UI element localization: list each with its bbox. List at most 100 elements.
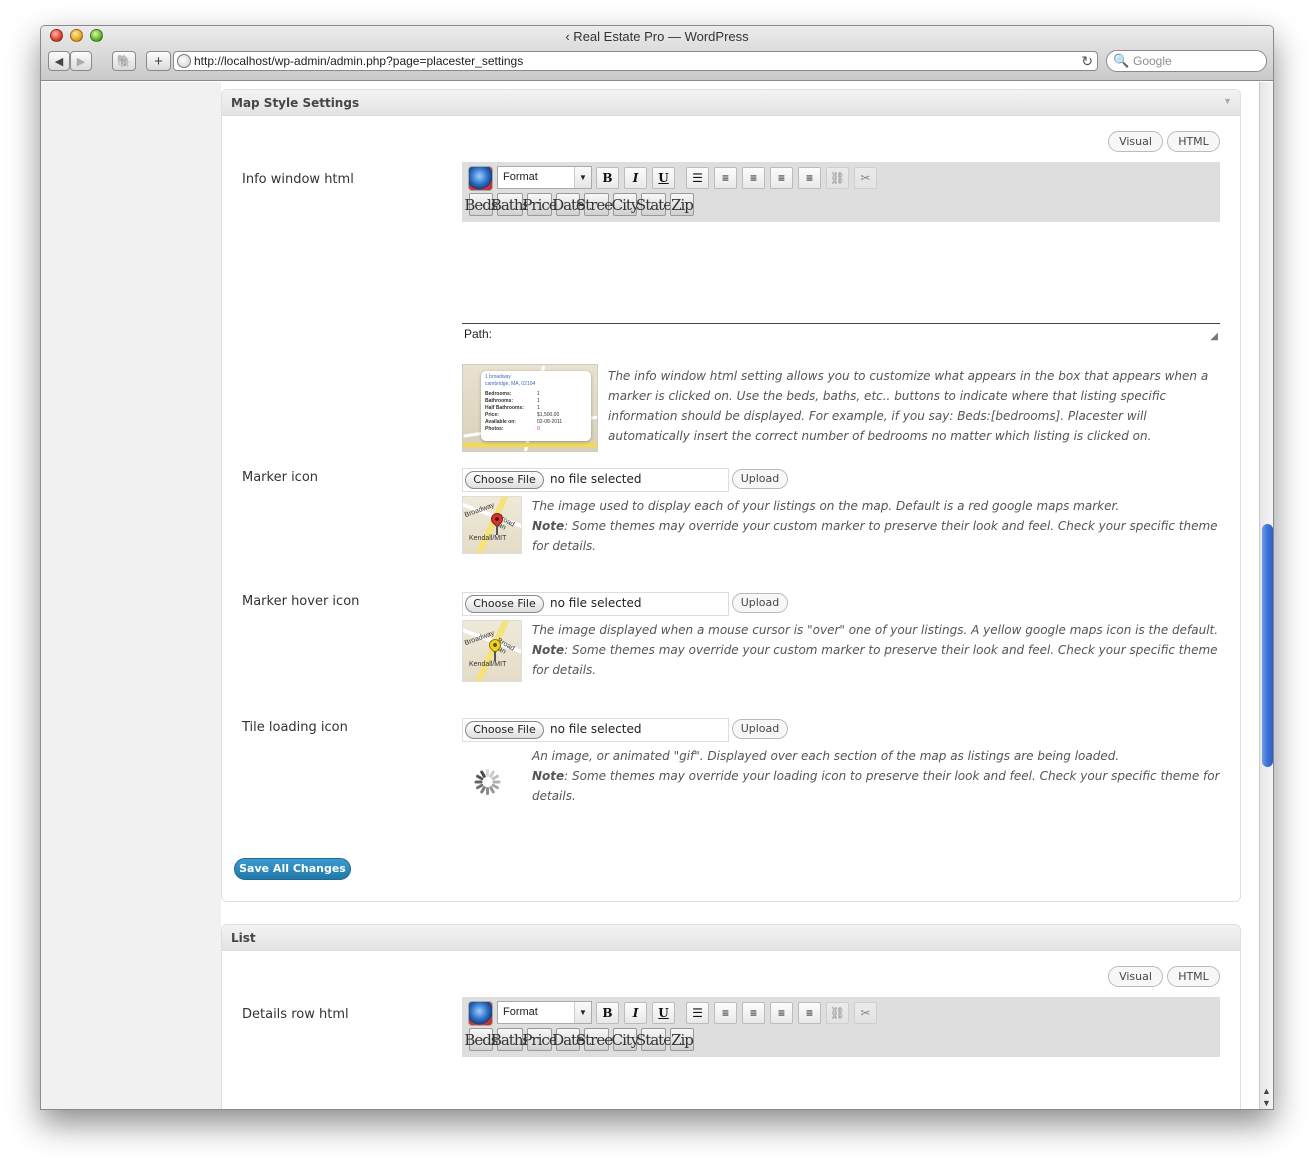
format-select[interactable]: Format ▼	[497, 166, 592, 189]
marker-upload-button[interactable]: Upload	[732, 469, 788, 489]
choose-file-button[interactable]: Choose File	[465, 721, 544, 739]
scroll-down-arrow-icon[interactable]: ▼	[1262, 1098, 1271, 1108]
marker-icon-label: Marker icon	[242, 470, 319, 485]
marker-icon-desc-line: The image used to display each of your l…	[532, 499, 1120, 513]
italic-button[interactable]: I	[624, 1002, 647, 1024]
search-input[interactable]: 🔍 Google	[1106, 50, 1267, 72]
bold-button[interactable]: B	[596, 1002, 619, 1024]
placester-logo-icon[interactable]	[468, 166, 493, 191]
resize-grip-icon[interactable]: ◢	[1210, 331, 1218, 342]
reload-icon[interactable]: ↻	[1081, 52, 1093, 70]
marker-icon-note: Note: Some themes may override your cust…	[532, 516, 1222, 556]
align-center-button[interactable]: ≡	[770, 1002, 793, 1024]
save-all-changes-button[interactable]: Save All Changes	[234, 858, 351, 880]
bubble-row-value: 1	[537, 391, 540, 397]
tile-loading-file-input[interactable]: Choose File no file selected	[462, 718, 729, 742]
align-left-button[interactable]: ≡	[742, 167, 765, 189]
collapse-arrow-icon[interactable]: ▼	[1223, 96, 1232, 106]
align-center-icon: ≡	[777, 171, 785, 185]
bubble-row: Bedrooms: 1	[485, 391, 587, 398]
note-label: Note	[532, 643, 565, 657]
html-tab-button[interactable]: HTML	[1167, 131, 1220, 152]
placeholder-street-button[interactable]: Street	[576, 1028, 618, 1051]
placeholder-price-button[interactable]: Price	[522, 193, 558, 216]
forward-button[interactable]: ▶	[70, 51, 92, 71]
placeholder-zip-button[interactable]: Zip	[670, 193, 694, 216]
align-center-button[interactable]: ≡	[770, 167, 793, 189]
globe-icon	[177, 54, 191, 68]
spinner-spoke	[486, 787, 489, 795]
note-text: : Some themes may override your custom m…	[532, 519, 1218, 553]
browser-window: ‹ Real Estate Pro — WordPress ◀ ▶ 🐘 + ht…	[40, 25, 1274, 1110]
html-tab-button[interactable]: HTML	[1167, 966, 1220, 987]
bubble-row-key: Bathrooms:	[485, 398, 514, 404]
scroll-up-arrow-icon[interactable]: ▲	[1262, 1086, 1271, 1096]
visual-tab-button[interactable]: Visual	[1108, 131, 1163, 152]
list-heading[interactable]: List	[222, 925, 1240, 951]
marker-hover-upload-button[interactable]: Upload	[732, 593, 788, 613]
no-file-text: no file selected	[550, 722, 642, 736]
elephant-icon: 🐘	[116, 54, 132, 68]
unlink-button[interactable]: ✂	[854, 1002, 877, 1024]
section-title: Map Style Settings	[231, 96, 360, 110]
placeholder-price-button[interactable]: Price	[522, 1028, 558, 1051]
map-style-heading[interactable]: Map Style Settings	[222, 90, 1240, 116]
choose-file-button[interactable]: Choose File	[465, 595, 544, 613]
choose-file-button[interactable]: Choose File	[465, 471, 544, 489]
info-window-preview-image: 1 broadway cambridge, MA, 02104 Bedrooms…	[462, 364, 598, 452]
marker-hover-file-input[interactable]: Choose File no file selected	[462, 592, 729, 616]
bubble-row-key: Photos:	[485, 426, 504, 432]
forward-arrow-icon: ▶	[76, 55, 86, 68]
bubble-row: Available on: 02-08-2011	[485, 419, 587, 426]
italic-button[interactable]: I	[624, 167, 647, 189]
section-title: List	[231, 931, 256, 945]
scrollbar-thumb[interactable]	[1262, 524, 1273, 767]
placeholder-zip-button[interactable]: Zip	[670, 1028, 694, 1051]
visual-tab-button[interactable]: Visual	[1108, 966, 1163, 987]
marker-icon-description: The image used to display each of your l…	[532, 496, 1222, 556]
align-right-button[interactable]: ≡	[798, 1002, 821, 1024]
underline-button[interactable]: U	[652, 167, 675, 189]
unlink-button[interactable]: ✂	[854, 167, 877, 189]
placeholder-beds-button[interactable]: Beds	[464, 193, 499, 216]
align-left-icon: ≡	[749, 171, 757, 185]
align-left-button[interactable]: ≡	[742, 1002, 765, 1024]
underline-button[interactable]: U	[652, 1002, 675, 1024]
bold-button[interactable]: B	[596, 167, 619, 189]
back-button[interactable]: ◀	[48, 51, 70, 71]
tile-loading-icon-label: Tile loading icon	[242, 720, 348, 735]
placeholder-street-button[interactable]: Street	[576, 193, 618, 216]
placeholder-state-button[interactable]: State	[636, 193, 672, 216]
marker-hover-preview: Broad Can Broadway Kendall/MIT	[462, 620, 522, 682]
placester-logo-icon[interactable]	[468, 1001, 493, 1026]
link-button[interactable]: ⛓	[826, 1002, 849, 1024]
info-window-description: The info window html setting allows you …	[608, 369, 1209, 443]
marker-icon-file-input[interactable]: Choose File no file selected	[462, 468, 729, 492]
vertical-scrollbar[interactable]: ▲ ▼	[1259, 82, 1273, 1109]
title-bar: ‹ Real Estate Pro — WordPress ◀ ▶ 🐘 + ht…	[41, 26, 1273, 81]
placeholder-city-button[interactable]: City	[612, 1028, 639, 1051]
details-row-label: Details row html	[242, 1007, 349, 1022]
align-right-button[interactable]: ≡	[798, 167, 821, 189]
info-window-editor[interactable]	[462, 225, 1220, 325]
placeholder-state-button[interactable]: State	[636, 1028, 672, 1051]
numbered-list-icon: ≡	[721, 1006, 729, 1020]
format-select[interactable]: Format ▼	[497, 1001, 592, 1024]
placeholder-baths-button[interactable]: Baths	[491, 193, 530, 216]
bullet-list-button[interactable]: ☰	[686, 1002, 709, 1024]
numbered-list-button[interactable]: ≡	[714, 1002, 737, 1024]
placeholder-city-button[interactable]: City	[612, 193, 639, 216]
numbered-list-button[interactable]: ≡	[714, 167, 737, 189]
note-label: Note	[532, 769, 565, 783]
evernote-button[interactable]: 🐘	[112, 51, 136, 71]
placeholder-beds-button[interactable]: Beds	[464, 1028, 499, 1051]
bullet-list-button[interactable]: ☰	[686, 167, 709, 189]
numbered-list-icon: ≡	[721, 171, 729, 185]
new-tab-button[interactable]: +	[146, 51, 171, 71]
path-label: Path:	[464, 327, 493, 341]
tile-loading-upload-button[interactable]: Upload	[732, 719, 788, 739]
address-bar[interactable]: http://localhost/wp-admin/admin.php?page…	[173, 51, 1098, 71]
link-button[interactable]: ⛓	[826, 167, 849, 189]
align-right-icon: ≡	[805, 171, 813, 185]
placeholder-baths-button[interactable]: Baths	[491, 1028, 530, 1051]
